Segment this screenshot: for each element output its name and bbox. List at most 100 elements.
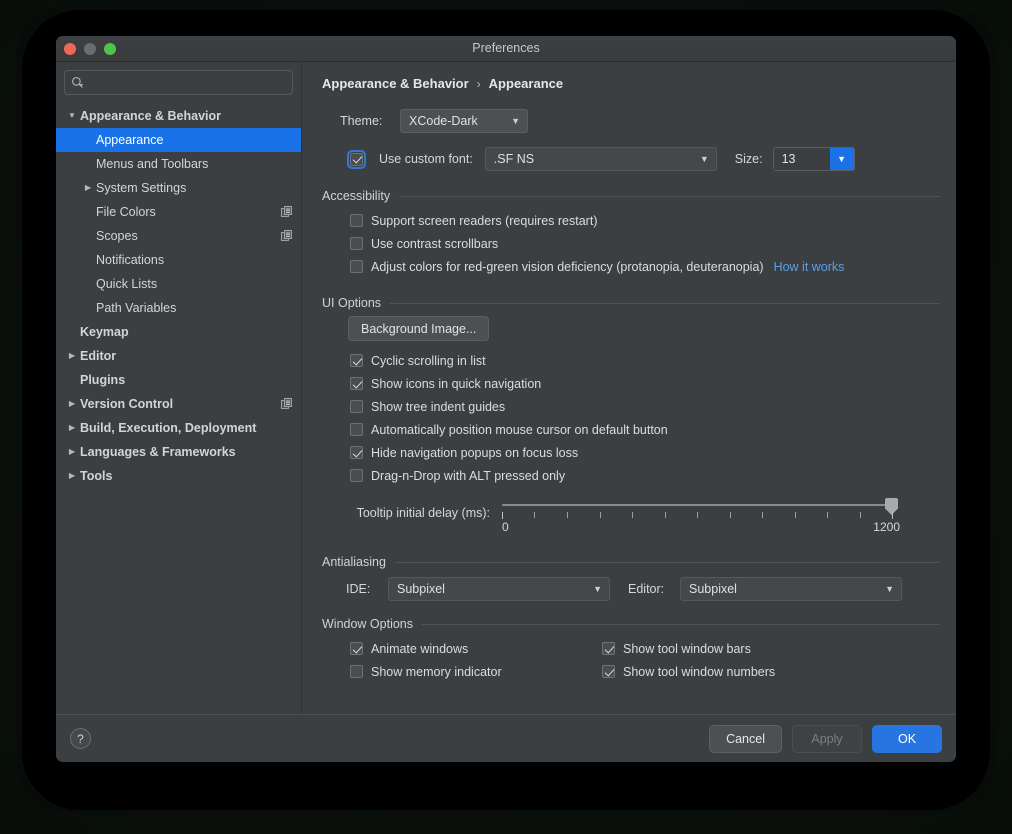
copy-icon <box>281 230 292 241</box>
hide-navigation-popups-on-focus-loss-checkbox[interactable] <box>350 446 363 459</box>
background-image-button[interactable]: Background Image... <box>348 316 490 341</box>
sidebar-item-keymap[interactable]: Keymap <box>56 320 301 344</box>
antialiasing-title: Antialiasing <box>322 555 386 569</box>
breadcrumb-leaf: Appearance <box>488 76 564 91</box>
editor-antialiasing-select[interactable]: Subpixel ▼ <box>680 577 902 601</box>
sidebar-item-appearance[interactable]: Appearance <box>56 128 301 152</box>
copy-settings-icon[interactable] <box>281 206 293 218</box>
sidebar-item-plugins[interactable]: Plugins <box>56 368 301 392</box>
sidebar-item-path-variables[interactable]: Path Variables <box>56 296 301 320</box>
breadcrumb: Appearance & Behavior › Appearance <box>322 76 940 91</box>
sidebar-item-notifications[interactable]: Notifications <box>56 248 301 272</box>
slider-tick <box>631 512 633 518</box>
chevron-right-icon[interactable]: ▶ <box>64 352 80 360</box>
apply-button[interactable]: Apply <box>792 724 862 753</box>
sidebar-item-label: Keymap <box>80 325 129 339</box>
chevron-right-icon[interactable]: ▶ <box>80 184 96 192</box>
sidebar-item-menus-and-toolbars[interactable]: Menus and Toolbars <box>56 152 301 176</box>
tooltip-delay-slider[interactable]: 0 1200 <box>502 497 900 541</box>
section-divider <box>394 561 940 563</box>
sidebar-item-system-settings[interactable]: ▶ System Settings <box>56 176 301 200</box>
sidebar-item-appearance-behavior[interactable]: ▼ Appearance & Behavior <box>56 104 301 128</box>
show-tool-window-numbers-row[interactable]: Show tool window numbers <box>602 660 775 683</box>
title-bar: Preferences <box>56 36 956 62</box>
ide-antialiasing-select[interactable]: Subpixel ▼ <box>388 577 610 601</box>
show-tree-indent-guides-row[interactable]: Show tree indent guides <box>320 395 940 418</box>
slider-tick <box>502 512 503 519</box>
show-tool-window-bars-row[interactable]: Show tool window bars <box>602 637 775 660</box>
sidebar-item-scopes[interactable]: Scopes <box>56 224 301 248</box>
drag-n-drop-with-alt-pressed-only-label: Drag-n-Drop with ALT pressed only <box>371 468 566 483</box>
sidebar-item-file-colors[interactable]: File Colors <box>56 200 301 224</box>
slider-tick <box>892 512 893 519</box>
breadcrumb-root[interactable]: Appearance & Behavior <box>322 76 469 91</box>
breadcrumb-separator-icon: › <box>476 76 481 91</box>
search-input[interactable] <box>84 74 286 91</box>
show-icons-in-quick-navigation-checkbox[interactable] <box>350 377 363 390</box>
window-options-right-column: Show tool window bars Show tool window nu… <box>602 637 775 683</box>
custom-font-select[interactable]: .SF NS ▼ <box>484 147 717 171</box>
show-icons-in-quick-navigation-label: Show icons in quick navigation <box>371 376 542 391</box>
cyclic-scrolling-in-list-checkbox[interactable] <box>350 354 363 367</box>
ui-options-section-header: UI Options <box>322 296 940 310</box>
drag-n-drop-with-alt-pressed-only-row[interactable]: Drag-n-Drop with ALT pressed only <box>320 464 940 487</box>
adjust-colors-for-red-green-vision-defic-row[interactable]: Adjust colors for red-green vision defic… <box>320 255 940 278</box>
chevron-down-icon: ▼ <box>885 584 894 594</box>
sidebar-item-editor[interactable]: ▶ Editor <box>56 344 301 368</box>
chevron-right-icon[interactable]: ▶ <box>64 424 80 432</box>
show-tool-window-numbers-checkbox[interactable] <box>602 665 615 678</box>
slider-track[interactable] <box>502 504 892 506</box>
sidebar-item-languages-frameworks[interactable]: ▶ Languages & Frameworks <box>56 440 301 464</box>
chevron-down-icon[interactable]: ▼ <box>64 112 80 120</box>
animate-windows-checkbox[interactable] <box>350 642 363 655</box>
support-screen-readers-requires-restart-row[interactable]: Support screen readers (requires restart… <box>320 209 940 232</box>
help-button[interactable]: ? <box>70 728 91 749</box>
show-tree-indent-guides-label: Show tree indent guides <box>371 399 506 414</box>
automatically-position-mouse-cursor-on-d-checkbox[interactable] <box>350 423 363 436</box>
chevron-right-icon[interactable]: ▶ <box>64 448 80 456</box>
automatically-position-mouse-cursor-on-d-row[interactable]: Automatically position mouse cursor on d… <box>320 418 940 441</box>
sidebar-item-build-execution-deployment[interactable]: ▶ Build, Execution, Deployment <box>56 416 301 440</box>
use-contrast-scrollbars-checkbox[interactable] <box>350 237 363 250</box>
background-image-row: Background Image... <box>320 316 940 341</box>
how-it-works-link[interactable]: How it works <box>774 260 845 274</box>
chevron-right-icon[interactable]: ▶ <box>64 472 80 480</box>
slider-tick <box>729 512 731 518</box>
antialiasing-row: IDE: Subpixel ▼ Editor: Subpixel ▼ <box>346 577 940 601</box>
copy-settings-icon[interactable] <box>281 398 293 410</box>
theme-select[interactable]: XCode-Dark ▼ <box>400 109 528 133</box>
show-tree-indent-guides-checkbox[interactable] <box>350 400 363 413</box>
show-tool-window-bars-checkbox[interactable] <box>602 642 615 655</box>
sidebar-item-version-control[interactable]: ▶ Version Control <box>56 392 301 416</box>
chevron-down-icon[interactable]: ▼ <box>829 148 854 170</box>
sidebar-item-label: File Colors <box>96 205 156 219</box>
ok-button[interactable]: OK <box>872 724 942 753</box>
sidebar-item-label: Version Control <box>80 397 174 411</box>
use-contrast-scrollbars-row[interactable]: Use contrast scrollbars <box>320 232 940 255</box>
theme-row: Theme: XCode-Dark ▼ <box>340 109 940 133</box>
sidebar-item-quick-lists[interactable]: Quick Lists <box>56 272 301 296</box>
font-size-spinner[interactable]: 13 ▼ <box>772 147 855 171</box>
use-custom-font-checkbox[interactable] <box>347 149 366 169</box>
support-screen-readers-requires-restart-checkbox[interactable] <box>350 214 363 227</box>
hide-navigation-popups-on-focus-loss-row[interactable]: Hide navigation popups on focus loss <box>320 441 940 464</box>
cancel-button[interactable]: Cancel <box>709 724 782 753</box>
editor-antialiasing-label: Editor: <box>628 582 665 596</box>
automatically-position-mouse-cursor-on-d-label: Automatically position mouse cursor on d… <box>371 422 668 437</box>
adjust-colors-for-red-green-vision-defic-checkbox[interactable] <box>350 260 363 273</box>
show-memory-indicator-checkbox[interactable] <box>350 665 363 678</box>
animate-windows-row[interactable]: Animate windows <box>320 637 602 660</box>
sidebar-item-tools[interactable]: ▶ Tools <box>56 464 301 488</box>
theme-select-value: XCode-Dark <box>409 114 478 128</box>
drag-n-drop-with-alt-pressed-only-checkbox[interactable] <box>350 469 363 482</box>
show-memory-indicator-row[interactable]: Show memory indicator <box>320 660 602 683</box>
show-icons-in-quick-navigation-row[interactable]: Show icons in quick navigation <box>320 372 940 395</box>
chevron-right-icon[interactable]: ▶ <box>64 400 80 408</box>
copy-settings-icon[interactable] <box>281 230 293 242</box>
cyclic-scrolling-in-list-row[interactable]: Cyclic scrolling in list <box>320 349 940 372</box>
slider-tick <box>664 512 666 518</box>
sidebar-item-label: Build, Execution, Deployment <box>80 421 257 435</box>
font-size-value[interactable]: 13 <box>773 148 830 170</box>
hide-navigation-popups-on-focus-loss-label: Hide navigation popups on focus loss <box>371 445 579 460</box>
search-box[interactable] <box>64 70 293 95</box>
